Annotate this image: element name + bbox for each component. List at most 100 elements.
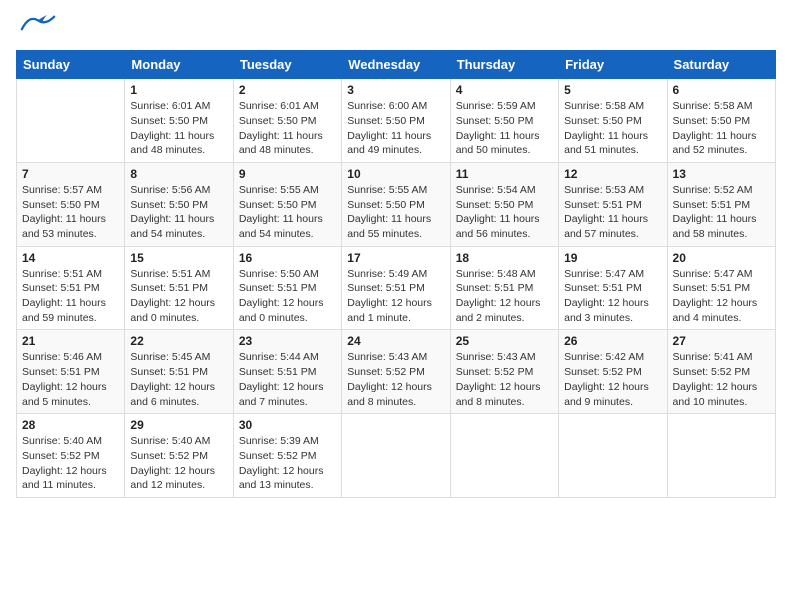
day-info: Sunrise: 5:56 AM Sunset: 5:50 PM Dayligh…: [130, 183, 227, 242]
day-number: 5: [564, 83, 661, 97]
day-number: 27: [673, 334, 770, 348]
day-cell: 9 Sunrise: 5:55 AM Sunset: 5:50 PM Daylig…: [233, 162, 341, 246]
day-number: 20: [673, 251, 770, 265]
day-number: 2: [239, 83, 336, 97]
week-row-3: 14 Sunrise: 5:51 AM Sunset: 5:51 PM Dayli…: [17, 246, 776, 330]
calendar-header: SundayMondayTuesdayWednesdayThursdayFrid…: [17, 51, 776, 79]
day-cell: 22 Sunrise: 5:45 AM Sunset: 5:51 PM Dayli…: [125, 330, 233, 414]
day-info: Sunrise: 5:58 AM Sunset: 5:50 PM Dayligh…: [564, 99, 661, 158]
day-number: 9: [239, 167, 336, 181]
day-number: 3: [347, 83, 444, 97]
day-info: Sunrise: 5:49 AM Sunset: 5:51 PM Dayligh…: [347, 267, 444, 326]
day-cell: 4 Sunrise: 5:59 AM Sunset: 5:50 PM Daylig…: [450, 79, 558, 163]
day-cell: 2 Sunrise: 6:01 AM Sunset: 5:50 PM Daylig…: [233, 79, 341, 163]
week-row-4: 21 Sunrise: 5:46 AM Sunset: 5:51 PM Dayli…: [17, 330, 776, 414]
page-header: [16, 16, 776, 40]
header-cell-thursday: Thursday: [450, 51, 558, 79]
day-info: Sunrise: 5:51 AM Sunset: 5:51 PM Dayligh…: [22, 267, 119, 326]
day-number: 16: [239, 251, 336, 265]
day-info: Sunrise: 6:01 AM Sunset: 5:50 PM Dayligh…: [239, 99, 336, 158]
day-cell: 23Sunrise: 5:44 AM Sunset: 5:51 PM Dayli…: [233, 330, 341, 414]
day-info: Sunrise: 5:39 AM Sunset: 5:52 PM Dayligh…: [239, 434, 336, 493]
day-cell: 12 Sunrise: 5:53 AM Sunset: 5:51 PM Dayli…: [559, 162, 667, 246]
header-cell-sunday: Sunday: [17, 51, 125, 79]
day-number: 14: [22, 251, 119, 265]
day-number: 4: [456, 83, 553, 97]
day-cell: 11 Sunrise: 5:54 AM Sunset: 5:50 PM Dayli…: [450, 162, 558, 246]
day-info: Sunrise: 5:45 AM Sunset: 5:51 PM Dayligh…: [130, 350, 227, 409]
day-cell: 30 Sunrise: 5:39 AM Sunset: 5:52 PM Dayli…: [233, 414, 341, 498]
day-info: Sunrise: 5:54 AM Sunset: 5:50 PM Dayligh…: [456, 183, 553, 242]
day-number: 19: [564, 251, 661, 265]
day-cell: 6Sunrise: 5:58 AM Sunset: 5:50 PM Daylig…: [667, 79, 775, 163]
day-cell: 26Sunrise: 5:42 AM Sunset: 5:52 PM Dayli…: [559, 330, 667, 414]
header-cell-wednesday: Wednesday: [342, 51, 450, 79]
day-number: 7: [22, 167, 119, 181]
day-number: 25: [456, 334, 553, 348]
header-row: SundayMondayTuesdayWednesdayThursdayFrid…: [17, 51, 776, 79]
header-cell-tuesday: Tuesday: [233, 51, 341, 79]
day-info: Sunrise: 5:47 AM Sunset: 5:51 PM Dayligh…: [564, 267, 661, 326]
day-info: Sunrise: 5:46 AM Sunset: 5:51 PM Dayligh…: [22, 350, 119, 409]
day-cell: 15 Sunrise: 5:51 AM Sunset: 5:51 PM Dayli…: [125, 246, 233, 330]
day-number: 13: [673, 167, 770, 181]
day-cell: 14 Sunrise: 5:51 AM Sunset: 5:51 PM Dayli…: [17, 246, 125, 330]
day-cell: [667, 414, 775, 498]
week-row-5: 28 Sunrise: 5:40 AM Sunset: 5:52 PM Dayli…: [17, 414, 776, 498]
day-info: Sunrise: 5:53 AM Sunset: 5:51 PM Dayligh…: [564, 183, 661, 242]
day-cell: [559, 414, 667, 498]
day-number: 1: [130, 83, 227, 97]
day-info: Sunrise: 5:55 AM Sunset: 5:50 PM Dayligh…: [239, 183, 336, 242]
day-number: 18: [456, 251, 553, 265]
day-cell: 7 Sunrise: 5:57 AM Sunset: 5:50 PM Daylig…: [17, 162, 125, 246]
day-cell: 20 Sunrise: 5:47 AM Sunset: 5:51 PM Dayli…: [667, 246, 775, 330]
day-number: 24: [347, 334, 444, 348]
day-cell: 8 Sunrise: 5:56 AM Sunset: 5:50 PM Daylig…: [125, 162, 233, 246]
day-number: 11: [456, 167, 553, 181]
day-info: Sunrise: 6:01 AM Sunset: 5:50 PM Dayligh…: [130, 99, 227, 158]
header-cell-saturday: Saturday: [667, 51, 775, 79]
day-cell: [17, 79, 125, 163]
day-info: Sunrise: 5:50 AM Sunset: 5:51 PM Dayligh…: [239, 267, 336, 326]
day-cell: 19 Sunrise: 5:47 AM Sunset: 5:51 PM Dayli…: [559, 246, 667, 330]
day-info: Sunrise: 6:00 AM Sunset: 5:50 PM Dayligh…: [347, 99, 444, 158]
day-number: 23: [239, 334, 336, 348]
day-number: 21: [22, 334, 119, 348]
day-info: Sunrise: 5:47 AM Sunset: 5:51 PM Dayligh…: [673, 267, 770, 326]
day-cell: 17 Sunrise: 5:49 AM Sunset: 5:51 PM Dayli…: [342, 246, 450, 330]
logo: [16, 16, 56, 40]
day-number: 17: [347, 251, 444, 265]
week-row-2: 7 Sunrise: 5:57 AM Sunset: 5:50 PM Daylig…: [17, 162, 776, 246]
day-cell: 18 Sunrise: 5:48 AM Sunset: 5:51 PM Dayli…: [450, 246, 558, 330]
day-number: 22: [130, 334, 227, 348]
header-cell-monday: Monday: [125, 51, 233, 79]
day-cell: 1 Sunrise: 6:01 AM Sunset: 5:50 PM Daylig…: [125, 79, 233, 163]
day-info: Sunrise: 5:40 AM Sunset: 5:52 PM Dayligh…: [130, 434, 227, 493]
day-info: Sunrise: 5:48 AM Sunset: 5:51 PM Dayligh…: [456, 267, 553, 326]
day-number: 15: [130, 251, 227, 265]
day-cell: 10 Sunrise: 5:55 AM Sunset: 5:50 PM Dayli…: [342, 162, 450, 246]
day-info: Sunrise: 5:43 AM Sunset: 5:52 PM Dayligh…: [347, 350, 444, 409]
day-info: Sunrise: 5:55 AM Sunset: 5:50 PM Dayligh…: [347, 183, 444, 242]
day-info: Sunrise: 5:52 AM Sunset: 5:51 PM Dayligh…: [673, 183, 770, 242]
day-number: 30: [239, 418, 336, 432]
calendar-table: SundayMondayTuesdayWednesdayThursdayFrid…: [16, 50, 776, 498]
day-info: Sunrise: 5:59 AM Sunset: 5:50 PM Dayligh…: [456, 99, 553, 158]
day-info: Sunrise: 5:51 AM Sunset: 5:51 PM Dayligh…: [130, 267, 227, 326]
day-number: 10: [347, 167, 444, 181]
day-number: 8: [130, 167, 227, 181]
day-number: 29: [130, 418, 227, 432]
day-cell: 3 Sunrise: 6:00 AM Sunset: 5:50 PM Daylig…: [342, 79, 450, 163]
day-info: Sunrise: 5:41 AM Sunset: 5:52 PM Dayligh…: [673, 350, 770, 409]
day-cell: 16 Sunrise: 5:50 AM Sunset: 5:51 PM Dayli…: [233, 246, 341, 330]
day-cell: [450, 414, 558, 498]
day-number: 6: [673, 83, 770, 97]
day-number: 12: [564, 167, 661, 181]
day-number: 28: [22, 418, 119, 432]
header-cell-friday: Friday: [559, 51, 667, 79]
calendar-body: 1 Sunrise: 6:01 AM Sunset: 5:50 PM Daylig…: [17, 79, 776, 498]
day-cell: [342, 414, 450, 498]
week-row-1: 1 Sunrise: 6:01 AM Sunset: 5:50 PM Daylig…: [17, 79, 776, 163]
day-cell: 13 Sunrise: 5:52 AM Sunset: 5:51 PM Dayli…: [667, 162, 775, 246]
day-info: Sunrise: 5:57 AM Sunset: 5:50 PM Dayligh…: [22, 183, 119, 242]
